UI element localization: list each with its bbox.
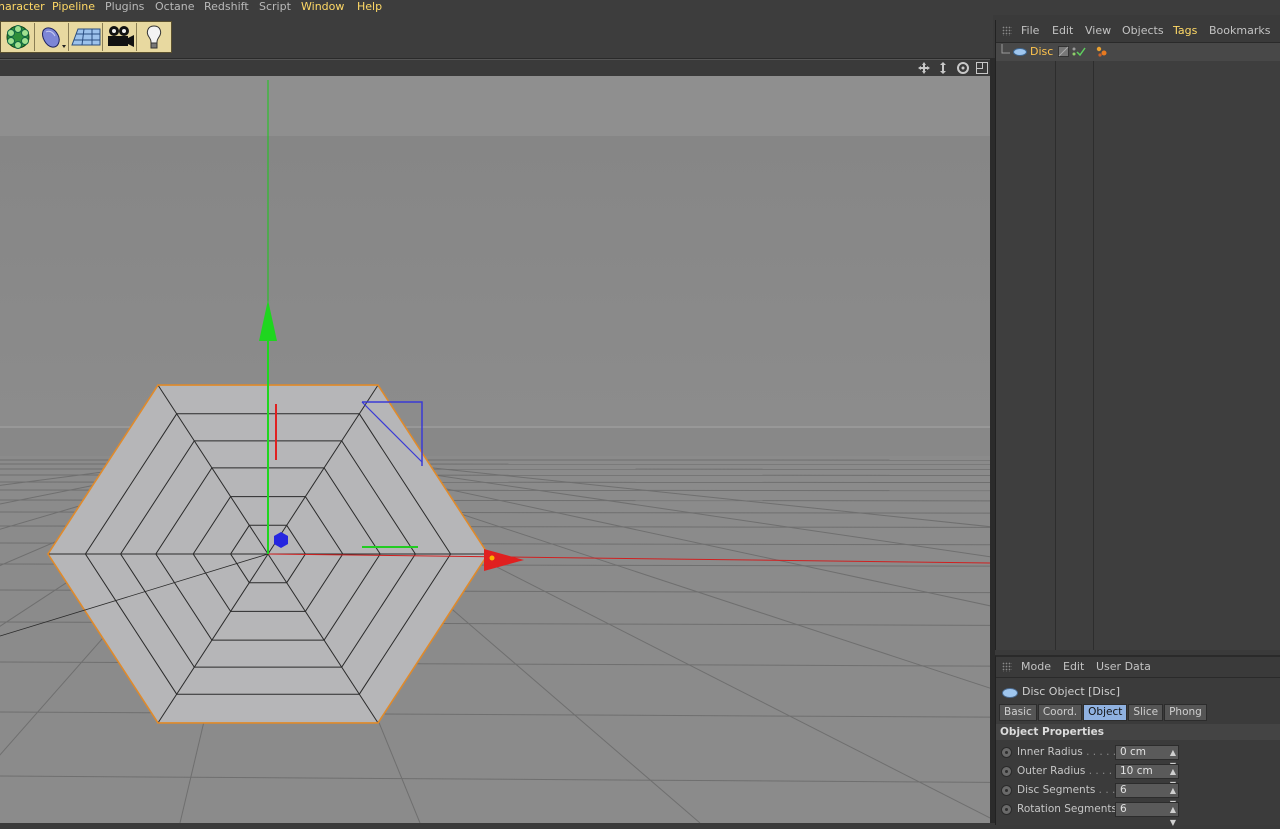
visibility-checkmark-icon[interactable] — [1058, 46, 1092, 58]
spinner-icon[interactable]: ▲▼ — [1170, 803, 1176, 829]
floor-icon — [70, 23, 102, 51]
param-disc-segments: Disc Segments . . . 6▲▼ — [996, 782, 1280, 801]
x-handle-dot — [490, 556, 495, 561]
disc-icon — [1002, 688, 1018, 698]
object-manager-menu: File Edit View Objects Tags Bookmarks — [996, 20, 1280, 43]
am-menu-user-data[interactable]: User Data — [1096, 657, 1151, 677]
animation-key-icon[interactable] — [1001, 747, 1012, 758]
menu-pipeline[interactable]: Pipeline — [52, 0, 95, 14]
attribute-tabs: BasicCoord.ObjectSlicePhong — [999, 704, 1208, 720]
camera-icon — [104, 23, 136, 51]
param-outer-radius: Outer Radius . . . . 10 cm▲▼ — [996, 763, 1280, 782]
light-button[interactable] — [138, 23, 171, 51]
perspective-viewport[interactable] — [0, 76, 991, 823]
zoom-view-icon[interactable] — [936, 61, 950, 75]
om-menu-tags[interactable]: Tags — [1173, 20, 1197, 42]
inner-radius-field[interactable]: 0 cm▲▼ — [1115, 745, 1179, 760]
cloner-button[interactable] — [2, 23, 35, 51]
am-menu-edit[interactable]: Edit — [1063, 657, 1084, 677]
viewport-header — [0, 59, 993, 77]
grip-icon[interactable] — [1002, 26, 1012, 36]
param-inner-radius: Inner Radius . . . . . 0 cm▲▼ — [996, 744, 1280, 763]
deformer-icon — [36, 23, 68, 51]
animation-key-icon[interactable] — [1001, 785, 1012, 796]
om-menu-bookmarks[interactable]: Bookmarks — [1209, 20, 1270, 42]
camera-button[interactable] — [104, 23, 137, 51]
om-menu-file[interactable]: File — [1021, 20, 1039, 42]
rotation-segments-field[interactable]: 6▲▼ — [1115, 802, 1179, 817]
menu-octane[interactable]: Octane — [155, 0, 195, 14]
disc-segments-field[interactable]: 6▲▼ — [1115, 783, 1179, 798]
sky — [0, 136, 990, 426]
object-row-disc[interactable]: Disc — [996, 43, 1280, 61]
deformer-button[interactable] — [36, 23, 69, 51]
om-menu-view[interactable]: View — [1085, 20, 1111, 42]
tab-object[interactable]: Object — [1083, 704, 1127, 721]
object-name[interactable]: Disc — [1030, 43, 1053, 61]
rotate-view-icon[interactable] — [956, 61, 970, 75]
floor-button[interactable] — [70, 23, 103, 51]
move-view-icon[interactable] — [917, 61, 931, 75]
animation-key-icon[interactable] — [1001, 766, 1012, 777]
cloner-icon — [2, 23, 34, 51]
param-rotation-segments: Rotation Segments 6▲▼ — [996, 801, 1280, 820]
main-menu-bar: haracter Pipeline Plugins Octane Redshif… — [0, 0, 1280, 15]
menu-plugins[interactable]: Plugins — [105, 0, 144, 14]
menu-redshift[interactable]: Redshift — [204, 0, 249, 14]
command-toolbar — [0, 15, 993, 59]
attribute-manager: Mode Edit User Data Disc Object [Disc] B… — [995, 655, 1280, 825]
param-label: Rotation Segments — [1017, 803, 1117, 815]
param-label: Disc Segments . . . — [1017, 784, 1115, 796]
section-object-properties[interactable]: Object Properties — [996, 724, 1280, 740]
maximize-view-icon[interactable] — [975, 61, 989, 75]
om-menu-objects[interactable]: Objects — [1122, 20, 1164, 42]
tab-coord[interactable]: Coord. — [1038, 704, 1082, 721]
object-manager: File Edit View Objects Tags Bookmarks Di… — [995, 20, 1280, 650]
tab-slice[interactable]: Slice — [1128, 704, 1163, 721]
object-list[interactable]: Disc — [996, 43, 1280, 650]
om-menu-edit[interactable]: Edit — [1052, 20, 1073, 42]
attribute-manager-menu: Mode Edit User Data — [996, 657, 1280, 678]
am-menu-mode[interactable]: Mode — [1021, 657, 1051, 677]
menu-character[interactable]: haracter — [0, 0, 45, 14]
grip-icon[interactable] — [1002, 662, 1012, 672]
disc-icon — [1012, 47, 1028, 57]
sky-top — [0, 76, 990, 136]
param-label: Outer Radius . . . . — [1017, 765, 1112, 777]
light-icon — [138, 23, 170, 51]
viewport-canvas — [0, 76, 990, 823]
tab-phong[interactable]: Phong — [1164, 704, 1207, 721]
menu-help[interactable]: Help — [357, 0, 382, 14]
tag-phong-icon[interactable] — [1096, 46, 1108, 58]
tab-basic[interactable]: Basic — [999, 704, 1037, 721]
param-label: Inner Radius . . . . . — [1017, 746, 1116, 758]
menu-script[interactable]: Script — [259, 0, 291, 14]
animation-key-icon[interactable] — [1001, 804, 1012, 815]
object-tool-group — [0, 21, 172, 53]
outer-radius-field[interactable]: 10 cm▲▼ — [1115, 764, 1179, 779]
menu-window[interactable]: Window — [301, 0, 344, 14]
attribute-title: Disc Object [Disc] — [1022, 685, 1120, 698]
